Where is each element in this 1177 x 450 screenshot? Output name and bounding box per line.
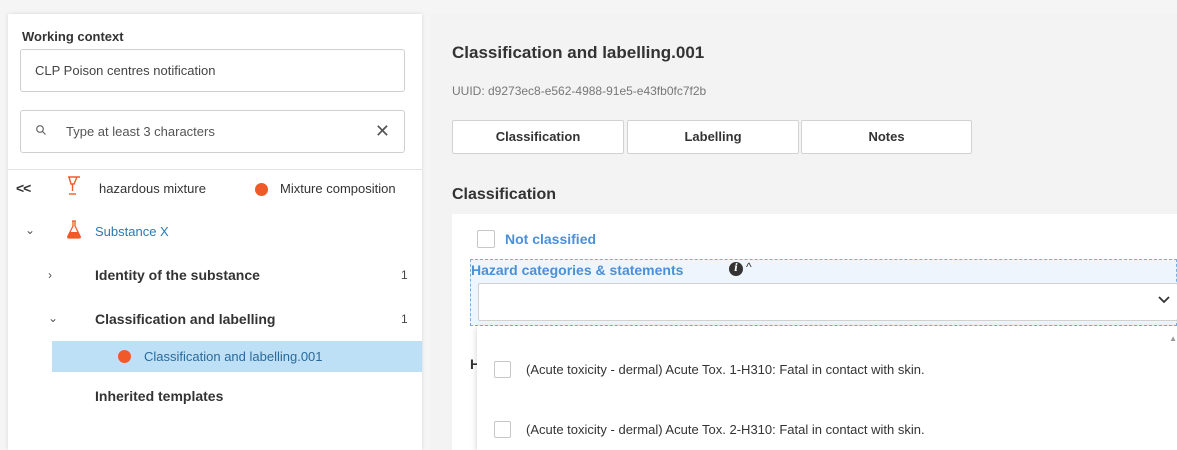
tree-item-classification[interactable]: ⌄ Classification and labelling 1 — [8, 302, 422, 336]
option-checkbox[interactable] — [494, 361, 511, 378]
uuid-text: UUID: d9273ec8-e562-4988-91e5-e43fb0fc7f… — [452, 84, 707, 98]
left-panel: Working context CLP Poison centres notif… — [8, 14, 422, 450]
tab-classification[interactable]: Classification — [452, 120, 624, 154]
mixture-flask-icon — [68, 176, 80, 195]
tree-item-label: Substance X — [95, 224, 169, 239]
option-checkbox[interactable] — [494, 421, 511, 438]
option-label: (Acute toxicity - dermal) Acute Tox. 1-H… — [526, 362, 925, 377]
working-context-field[interactable]: CLP Poison centres notification — [20, 49, 405, 92]
tree-item-label: Identity of the substance — [95, 267, 260, 283]
dropdown-option[interactable]: (Acute toxicity - dermal) Acute Tox. 1-H… — [477, 350, 1167, 390]
clear-icon[interactable]: ✕ — [375, 121, 390, 141]
breadcrumb-item-composition[interactable]: Mixture composition — [280, 181, 396, 196]
chevron-down-icon[interactable] — [1157, 293, 1171, 307]
section-title: Classification — [452, 186, 557, 203]
chevron-right-icon[interactable]: › — [48, 268, 52, 282]
breadcrumb-item-mixture[interactable]: hazardous mixture — [99, 181, 206, 196]
scrollbar-up-arrow-icon[interactable]: ▲ — [1169, 334, 1177, 343]
count-badge: 1 — [401, 312, 408, 326]
info-icon[interactable]: i — [729, 262, 743, 276]
search-field[interactable]: Type at least 3 characters ✕ — [20, 110, 405, 153]
option-label: (Acute toxicity - dermal) Acute Tox. 2-H… — [526, 422, 925, 437]
breadcrumb: << hazardous mixture Mixture composition — [8, 174, 422, 204]
collapse-back-button[interactable]: << — [16, 180, 31, 196]
divider — [8, 169, 422, 170]
classification-card: Not classified Hazard categories & state… — [452, 214, 1177, 450]
dropdown-option[interactable]: (Acute toxicity - dermal) Acute Tox. 2-H… — [477, 410, 1167, 450]
tree-item-selected-record[interactable]: Classification and labelling.001 — [52, 341, 422, 372]
tab-notes[interactable]: Notes — [801, 120, 972, 154]
tree-item-label: Classification and labelling.001 — [144, 349, 323, 364]
tree-item-label: Inherited templates — [95, 388, 224, 404]
tree-item-inherited-templates[interactable]: Inherited templates — [8, 379, 422, 413]
search-placeholder: Type at least 3 characters — [66, 124, 215, 139]
substance-flask-icon — [67, 220, 81, 239]
search-icon — [36, 125, 46, 135]
tree-item-label: Classification and labelling — [95, 311, 276, 327]
status-dot-icon — [118, 350, 131, 363]
hazard-categories-label: Hazard categories & statements — [471, 262, 684, 278]
hazard-dropdown-list: ▲ (Acute toxicity - dermal) Acute Tox. 1… — [477, 326, 1177, 450]
chevron-down-icon[interactable]: ⌄ — [25, 223, 35, 237]
working-context-label: Working context — [22, 29, 124, 44]
right-panel: Classification and labelling.001 UUID: d… — [430, 14, 1177, 450]
hazard-categories-select[interactable] — [478, 283, 1177, 321]
tab-labelling[interactable]: Labelling — [627, 120, 799, 154]
hazard-categories-block: Hazard categories & statements i ^ — [470, 259, 1177, 326]
not-classified-label[interactable]: Not classified — [505, 231, 596, 247]
tree-item-identity[interactable]: › Identity of the substance 1 — [8, 258, 422, 292]
tree-item-substance[interactable]: ⌄ Substance X — [8, 214, 422, 248]
chevron-up-icon[interactable]: ^ — [746, 260, 752, 274]
status-dot-icon — [255, 183, 268, 196]
count-badge: 1 — [401, 268, 408, 282]
page-title: Classification and labelling.001 — [452, 43, 705, 62]
chevron-down-icon[interactable]: ⌄ — [48, 311, 58, 325]
not-classified-checkbox[interactable] — [477, 230, 495, 248]
